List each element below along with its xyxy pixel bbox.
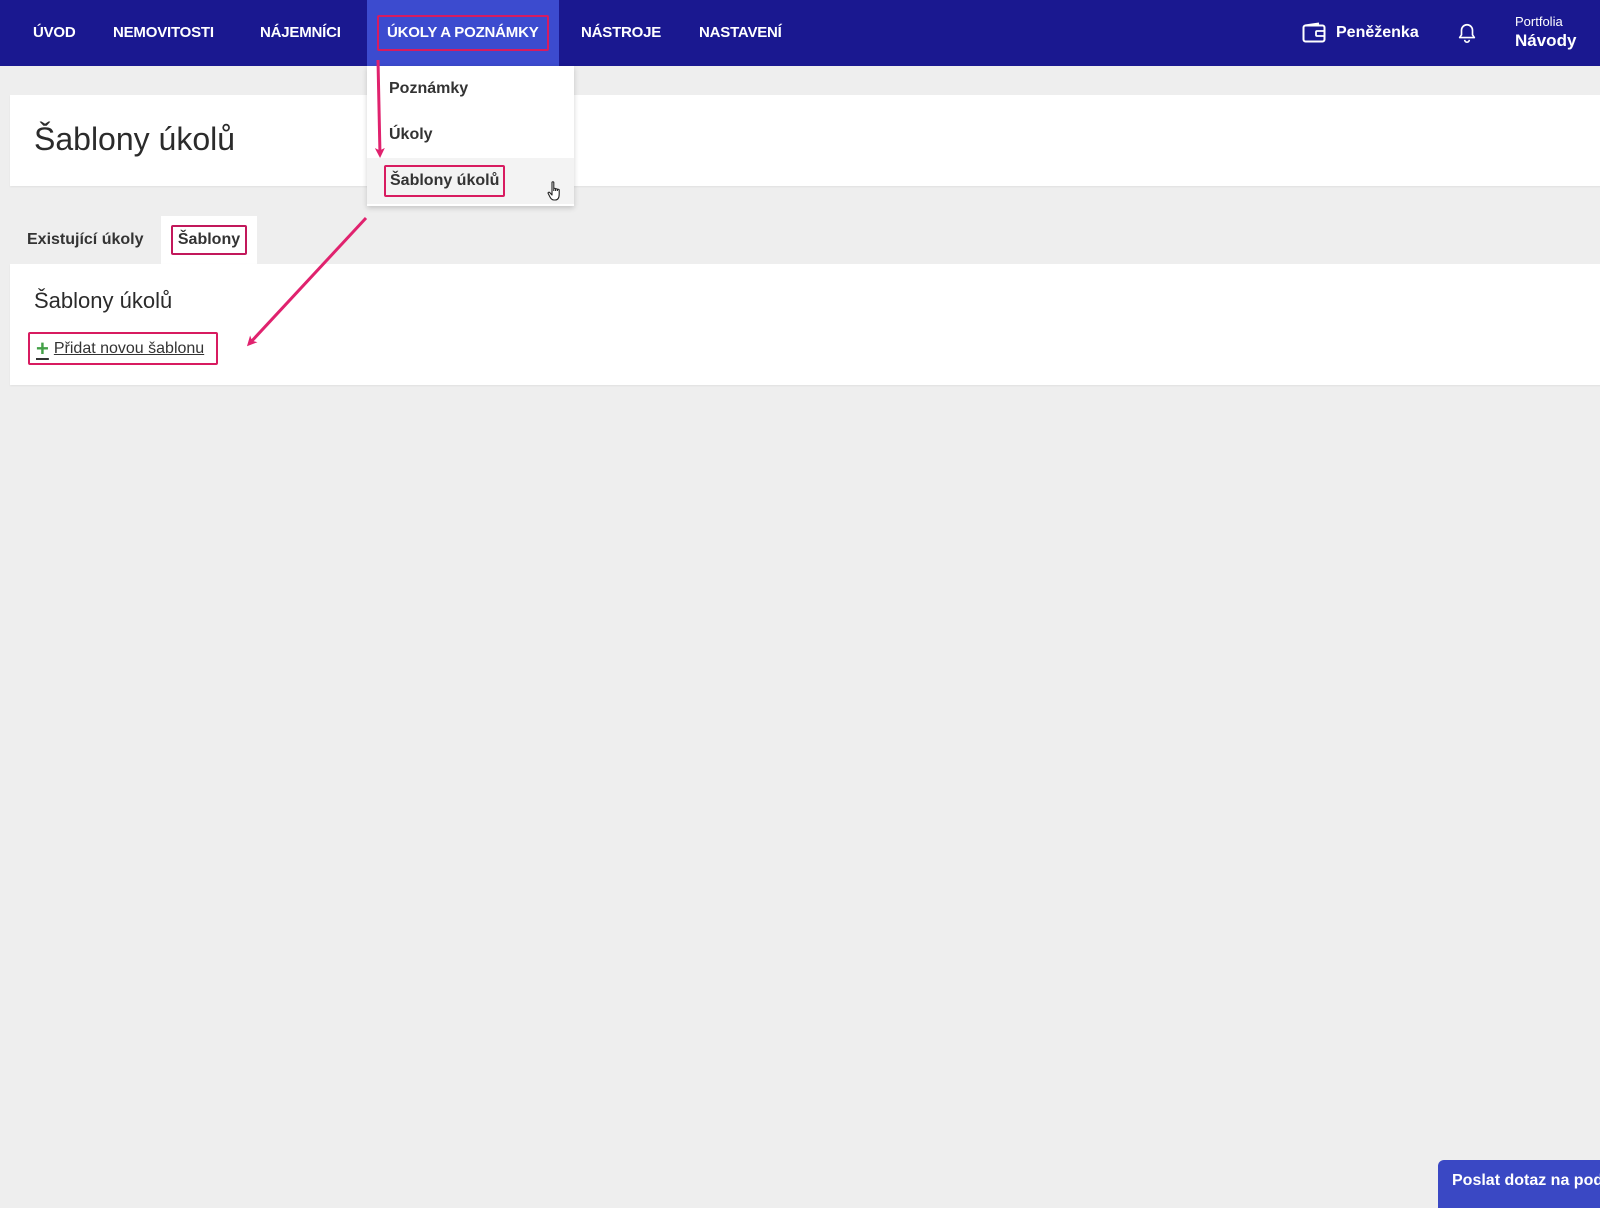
tab-templates[interactable]: Šablony: [161, 216, 257, 264]
support-chat-button[interactable]: Poslat dotaz na podporu: [1438, 1160, 1600, 1208]
page-header-card: Šablony úkolů: [10, 95, 1600, 186]
dropdown-item-ukoly[interactable]: Úkoly: [367, 112, 574, 158]
portfolio-sub-label: Portfolia: [1515, 14, 1563, 29]
add-template-label: Přidat novou šablonu: [53, 339, 205, 357]
nav-item-uvod[interactable]: ÚVOD: [33, 0, 76, 66]
hand-cursor-icon: [547, 181, 560, 201]
nav-item-nemovitosti[interactable]: NEMOVITOSTI: [113, 0, 214, 66]
page-title: Šablony úkolů: [34, 121, 236, 157]
dropdown-item-label: Úkoly: [389, 126, 433, 143]
add-template-link[interactable]: + Přidat novou šablonu: [28, 332, 219, 365]
nav-item-nastaveni[interactable]: NASTAVENÍ: [699, 0, 782, 66]
tab-templates-label: Šablony: [170, 225, 248, 255]
nav-item-najemnici[interactable]: NÁJEMNÍCI: [260, 0, 341, 66]
plus-icon: +: [36, 335, 49, 361]
dropdown-item-label: Šablony úkolů: [384, 165, 506, 197]
notification-bell-icon[interactable]: [1456, 22, 1478, 44]
dropdown-item-label: Poznámky: [389, 80, 469, 97]
top-navigation-bar: ÚVOD NEMOVITOSTI NÁJEMNÍCI ÚKOLY A POZNÁ…: [0, 0, 1600, 66]
wallet-button[interactable]: Peněženka: [1302, 0, 1419, 66]
nav-item-nastroje[interactable]: NÁSTROJE: [581, 0, 661, 66]
nav-item-ukoly-a-poznamky[interactable]: ÚKOLY A POZNÁMKY: [367, 0, 559, 66]
wallet-icon: [1302, 22, 1326, 43]
templates-card: Šablony úkolů + Přidat novou šablonu: [10, 264, 1600, 385]
dropdown-item-poznamky[interactable]: Poznámky: [367, 66, 574, 112]
portfolio-name: Návody: [1515, 31, 1577, 50]
templates-section-title: Šablony úkolů: [34, 288, 173, 313]
tab-existing-tasks[interactable]: Existující úkoly: [27, 216, 143, 264]
tasks-dropdown-menu: Poznámky Úkoly Šablony úkolů: [367, 66, 574, 206]
wallet-label: Peněženka: [1336, 24, 1419, 41]
dropdown-item-sablony-ukolu[interactable]: Šablony úkolů: [367, 158, 574, 204]
nav-item-ukoly-label: ÚKOLY A POZNÁMKY: [377, 15, 549, 51]
portfolio-switcher[interactable]: Portfolia Návody: [1515, 14, 1576, 52]
